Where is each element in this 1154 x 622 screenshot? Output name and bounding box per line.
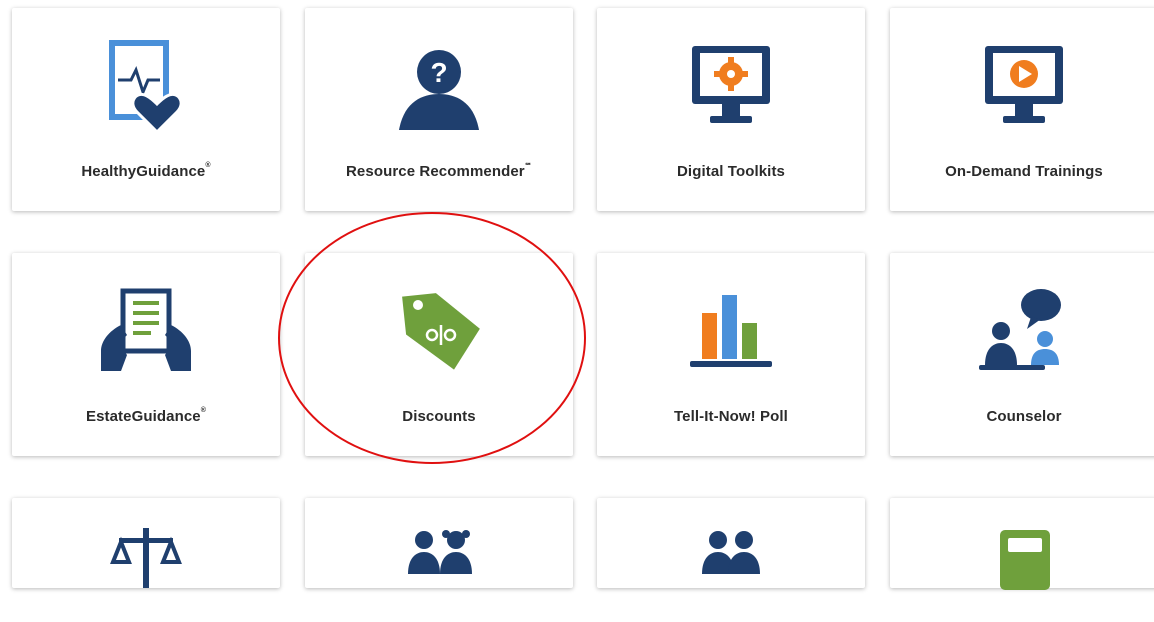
tile-label: HealthyGuidance®	[81, 162, 211, 180]
person-question-icon: ?	[384, 40, 494, 132]
tile-digital-toolkits[interactable]: Digital Toolkits	[597, 8, 865, 211]
tile-healthyguidance[interactable]: HealthyGuidance®	[12, 8, 280, 211]
bar-chart-icon	[676, 285, 786, 377]
two-people-icon	[676, 528, 786, 620]
monitor-play-icon	[969, 40, 1079, 132]
health-clipboard-heart-icon	[91, 40, 201, 132]
tile-label: Tell-It-Now! Poll	[674, 408, 788, 425]
discount-tag-icon	[384, 285, 494, 377]
tile-children[interactable]	[305, 498, 573, 588]
tile-counselor[interactable]: Counselor	[890, 253, 1154, 456]
tile-label: On-Demand Trainings	[945, 163, 1103, 180]
tile-label: EstateGuidance®	[85, 407, 207, 425]
tile-estateguidance[interactable]: EstateGuidance®	[12, 253, 280, 456]
monitor-gear-icon	[676, 40, 786, 132]
tile-resource-recommender[interactable]: ? Resource Recommender℠	[305, 8, 573, 211]
hands-document-icon	[91, 285, 201, 377]
tile-label: Resource Recommender℠	[346, 163, 532, 180]
tile-label: Counselor	[986, 408, 1062, 425]
counselor-conversation-icon	[969, 285, 1079, 377]
tile-calculator[interactable]	[890, 498, 1154, 590]
tile-on-demand-trainings[interactable]: On-Demand Trainings	[890, 8, 1154, 211]
svg-text:?: ?	[430, 57, 447, 88]
green-device-icon	[969, 530, 1079, 622]
tile-adults[interactable]	[597, 498, 865, 588]
tile-label: Discounts	[402, 408, 476, 425]
children-icon	[384, 528, 494, 620]
tile-tell-it-now-poll[interactable]: Tell-It-Now! Poll	[597, 253, 865, 456]
tile-label: Digital Toolkits	[677, 163, 785, 180]
scales-icon	[91, 528, 201, 620]
tile-discounts[interactable]: Discounts	[305, 253, 573, 456]
tile-legal[interactable]	[12, 498, 280, 588]
